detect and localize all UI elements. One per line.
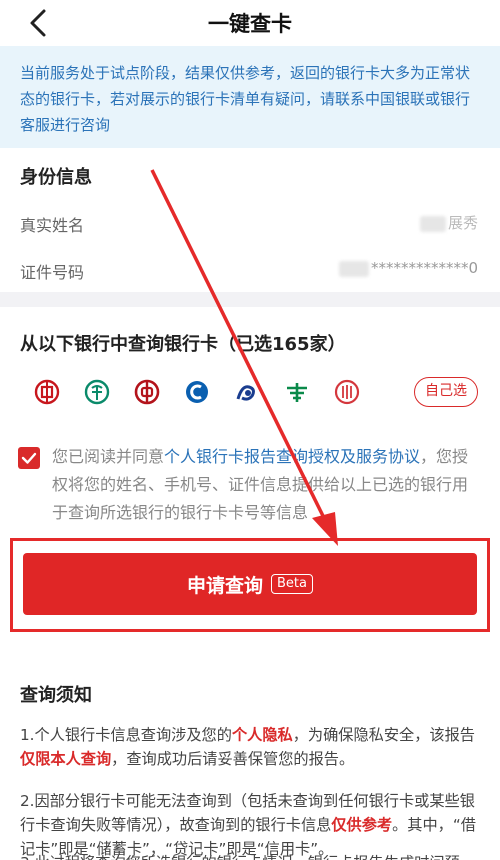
abc-icon [72,375,122,409]
pilot-notice: 当前服务处于试点阶段，结果仅供参考，返回的银行卡大多为正常状态的银行卡，若对展示… [0,46,500,148]
self-select-button[interactable]: 自己选 [414,377,478,407]
page-title: 一键查卡 [208,12,292,36]
header-bar: 一键查卡 [0,0,500,46]
agree-checkbox[interactable] [18,447,40,469]
agreement-link[interactable]: 个人银行卡报告查询授权及服务协议 [164,447,420,466]
id-label: 证件号码 [20,263,85,282]
bank-section-title: 从以下银行中查询银行卡（已选165家） [20,334,346,355]
beta-badge: Beta [271,574,313,594]
rule-3: 3.此过程将查询您所选银行的银行卡情况，银行卡报告生成时间预 [20,851,478,860]
boc-icon [122,375,172,409]
identity-section: 身份信息 真实姓名 展秀 证件号码 *************0 [0,148,500,292]
rules-title: 查询须知 [20,685,92,706]
rule-2: 2.因部分银行卡可能无法查询到（包括未查询到任何银行卡或某些银行卡查询失败等情况… [20,792,476,858]
cmb-icon [322,375,372,409]
bocom-icon [222,375,272,409]
name-label: 真实姓名 [20,216,85,235]
identity-title: 身份信息 [20,167,92,188]
bank-section: 从以下银行中查询银行卡（已选165家） 自己选 [0,307,500,427]
apply-highlight-frame: 申请查询 Beta [10,538,490,632]
name-value: 展秀 [419,212,478,233]
agreement-section: 您已阅读并同意个人银行卡报告查询授权及服务协议，您授权将您的姓名、手机号、证件信… [0,427,500,860]
rule-1: 1.个人银行卡信息查询涉及您的个人隐私，为确保隐私安全，该报告仅限本人查询，查询… [20,726,475,768]
agreement-prefix: 您已阅读并同意 [52,447,165,466]
apply-query-button[interactable]: 申请查询 Beta [23,553,477,615]
id-value: *************0 [338,259,478,277]
ccb-icon [172,375,222,409]
icbc-icon [22,375,72,409]
bank-icon-list [22,375,372,409]
apply-label: 申请查询 [187,574,264,597]
psbc-icon [272,375,322,409]
agreement-text: 您已阅读并同意个人银行卡报告查询授权及服务协议，您授权将您的姓名、手机号、证件信… [52,443,482,527]
